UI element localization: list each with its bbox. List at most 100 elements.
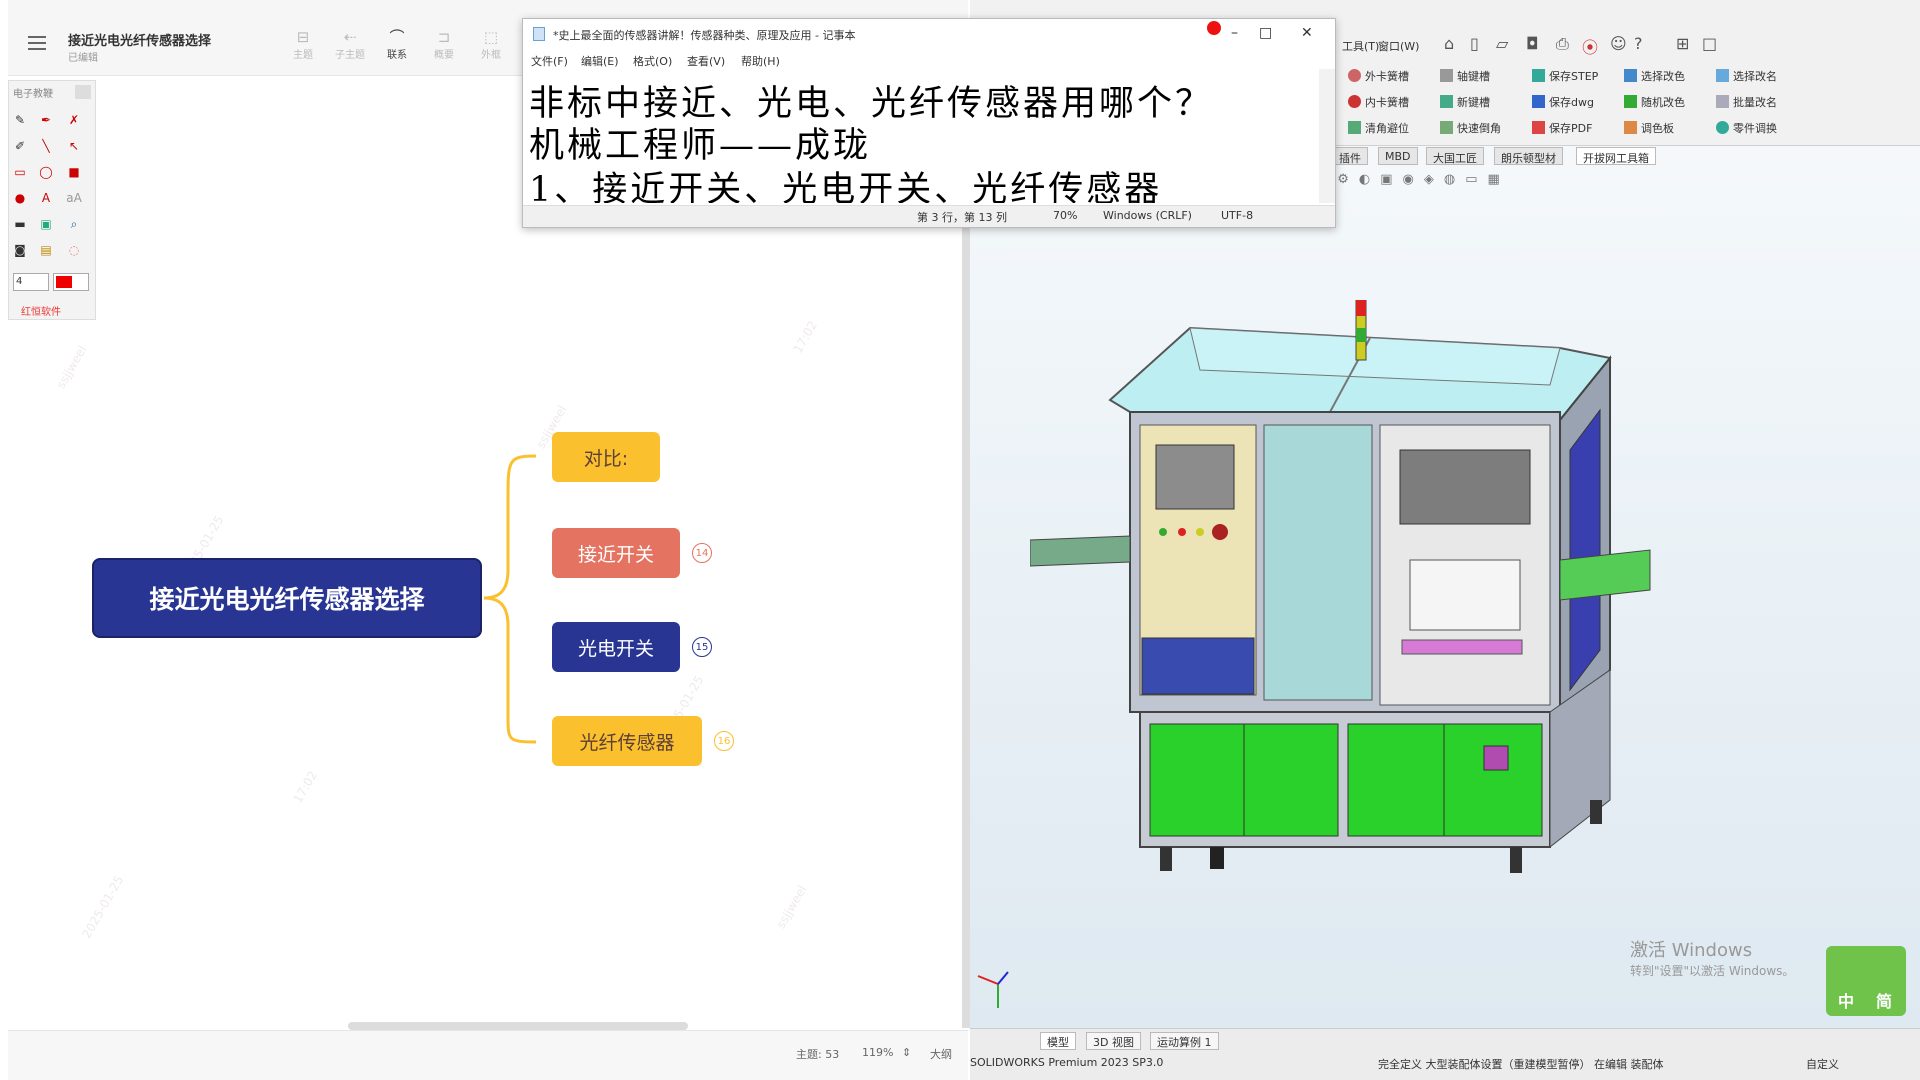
tab-profile[interactable]: 朗乐顿型材: [1494, 147, 1563, 165]
tab-mbd[interactable]: MBD: [1378, 147, 1418, 165]
traffic-light-icon[interactable]: ⦿: [1582, 34, 1598, 58]
pane-splitter[interactable]: [962, 228, 970, 1028]
horizontal-scrollbar[interactable]: [348, 1022, 688, 1030]
ribbon-shaft-keyway[interactable]: 轴键槽: [1440, 68, 1490, 84]
ribbon-palette[interactable]: 调色板: [1624, 120, 1674, 136]
text-icon[interactable]: A: [37, 189, 55, 207]
units-selector[interactable]: 自定义: [1806, 1056, 1839, 1072]
cursor-position: 第 3 行，第 13 列: [917, 211, 1007, 224]
print-icon[interactable]: ⎙: [1556, 34, 1569, 54]
window-tile-icon[interactable]: ⊞: [1676, 34, 1689, 53]
save-icon[interactable]: ◙: [11, 241, 29, 259]
filled-ellipse-icon[interactable]: ●: [11, 189, 29, 207]
new-file-icon[interactable]: ▯: [1470, 34, 1479, 53]
folder-icon[interactable]: ▤: [37, 241, 55, 259]
branch-photoelectric-switch[interactable]: 光电开关: [552, 622, 680, 672]
boundary-button[interactable]: ⬚ 外框: [471, 28, 511, 61]
ribbon-save-dwg[interactable]: 保存dwg: [1532, 94, 1594, 110]
ellipse-icon[interactable]: ◯: [37, 163, 55, 181]
minimize-icon[interactable]: –: [1231, 25, 1238, 41]
magnifier-icon[interactable]: ⌕: [65, 215, 83, 233]
ribbon-save-pdf[interactable]: 保存PDF: [1532, 120, 1592, 136]
zoom-stepper-icon[interactable]: ⇕: [902, 1046, 911, 1059]
open-file-icon[interactable]: ▱: [1496, 34, 1508, 53]
pen-icon[interactable]: ✒: [37, 111, 55, 129]
notepad-text-area[interactable]: 非标中接近、光电、光纤传感器用哪个？ 机械工程师——成珑 1、接近开关、光电开关…: [523, 69, 1319, 203]
arrow-icon[interactable]: ↖: [65, 137, 83, 155]
zoom-level[interactable]: 119%: [862, 1046, 893, 1059]
pin-icon[interactable]: [1207, 21, 1221, 35]
blackboard-icon[interactable]: ▬: [11, 215, 29, 233]
maximize-icon[interactable]: □: [1259, 25, 1272, 41]
save-icon[interactable]: ◘: [1526, 34, 1539, 53]
menu-file[interactable]: 文件(F): [531, 53, 568, 69]
ribbon-batch-rename[interactable]: 批量改名: [1716, 94, 1777, 110]
menu-help[interactable]: 帮助(H): [741, 53, 780, 69]
hamburger-menu-icon[interactable]: [28, 36, 46, 50]
ime-indicator[interactable]: 中 简: [1826, 946, 1906, 1016]
ribbon-quick-chamfer[interactable]: 快速倒角: [1440, 120, 1501, 136]
window-max-icon[interactable]: □: [1702, 34, 1717, 53]
user-icon[interactable]: ☺: [1610, 34, 1627, 53]
menu-edit[interactable]: 编辑(E): [581, 53, 619, 69]
line-ending: Windows (CRLF): [1103, 209, 1192, 222]
ribbon-internal-snap-groove[interactable]: 内卡簧槽: [1348, 94, 1409, 110]
settings-icon[interactable]: ◌: [65, 241, 83, 259]
branch-fiber-sensor[interactable]: 光纤传感器: [552, 716, 702, 766]
machine-3d-model[interactable]: [1030, 300, 1750, 960]
pen-color-select[interactable]: [53, 273, 89, 291]
topic-badge[interactable]: 14: [692, 543, 712, 563]
tab-toolbox[interactable]: 开拔网工具箱: [1576, 147, 1656, 165]
topic-badge[interactable]: 16: [714, 731, 734, 751]
menu-window[interactable]: 窗口(W): [1378, 38, 1419, 54]
rectangle-icon[interactable]: ▭: [11, 163, 29, 181]
help-icon[interactable]: ?: [1634, 34, 1643, 53]
notepad-window: *史上最全面的传感器讲解！传感器种类、原理及应用 - 记事本 – □ ✕ 文件(…: [522, 18, 1336, 228]
watermark: ssjjweel: [773, 883, 810, 931]
branch-proximity-switch[interactable]: 接近开关: [552, 528, 680, 578]
text-size-icon[interactable]: aA: [65, 189, 83, 207]
ribbon-select-rename[interactable]: 选择改名: [1716, 68, 1777, 84]
ribbon-corner-relief[interactable]: 清角避位: [1348, 120, 1409, 136]
save-step-icon: [1532, 69, 1545, 82]
topic-button[interactable]: ⊟ 主题: [283, 28, 323, 61]
home-icon[interactable]: ⌂: [1444, 34, 1454, 53]
summary-button[interactable]: ⊐ 概要: [424, 28, 464, 61]
tab-model[interactable]: 模型: [1040, 1032, 1076, 1050]
ribbon-select-recolor[interactable]: 选择改色: [1624, 68, 1685, 84]
line-icon[interactable]: ╲: [37, 137, 55, 155]
relation-button[interactable]: ⌒ 联系: [377, 28, 417, 61]
view-toolbar[interactable]: ⌕⚙◐▣◉◈◍▭▦: [1320, 172, 1700, 192]
keyway-icon: [1440, 95, 1453, 108]
tab-3d-view[interactable]: 3D 视图: [1086, 1032, 1141, 1050]
screen-icon[interactable]: ▣: [37, 215, 55, 233]
topic-badge[interactable]: 15: [692, 637, 712, 657]
ribbon-label: 调色板: [1641, 122, 1674, 135]
outline-button[interactable]: 大纲: [930, 1046, 952, 1062]
menu-format[interactable]: 格式(O): [633, 53, 672, 69]
ribbon-save-step[interactable]: 保存STEP: [1532, 68, 1598, 84]
tab-craftsman[interactable]: 大国工匠: [1426, 147, 1484, 165]
ribbon-new-keyway[interactable]: 新键槽: [1440, 94, 1490, 110]
pen-toolbar-close[interactable]: [75, 85, 91, 99]
subtopic-button[interactable]: ⇠ 子主题: [330, 28, 370, 61]
tab-motion-study[interactable]: 运动算例 1: [1150, 1032, 1219, 1050]
close-icon[interactable]: ✕: [1301, 25, 1313, 41]
pencil-icon[interactable]: ✐: [11, 137, 29, 155]
ribbon-random-recolor[interactable]: 随机改色: [1624, 94, 1685, 110]
filled-rect-icon[interactable]: ■: [65, 163, 83, 181]
tab-plugins[interactable]: 插件: [1332, 147, 1368, 165]
menu-view[interactable]: 查看(V): [687, 53, 725, 69]
pen-size-select[interactable]: 4: [13, 273, 49, 291]
menu-tools[interactable]: 工具(T): [1342, 38, 1379, 54]
ribbon-external-snap-groove[interactable]: 外卡簧槽: [1348, 68, 1409, 84]
ribbon-part-swap[interactable]: 零件调换: [1716, 120, 1777, 136]
swap-icon: [1716, 121, 1729, 134]
notepad-icon: [533, 27, 545, 41]
notepad-title: *史上最全面的传感器讲解！传感器种类、原理及应用 - 记事本: [553, 29, 856, 42]
branch-compare[interactable]: 对比:: [552, 432, 660, 482]
clear-icon[interactable]: ✗: [65, 111, 83, 129]
eraser-icon[interactable]: ✎: [11, 111, 29, 129]
root-topic[interactable]: 接近光电光纤传感器选择: [92, 558, 482, 638]
vertical-scrollbar[interactable]: [1319, 69, 1335, 203]
